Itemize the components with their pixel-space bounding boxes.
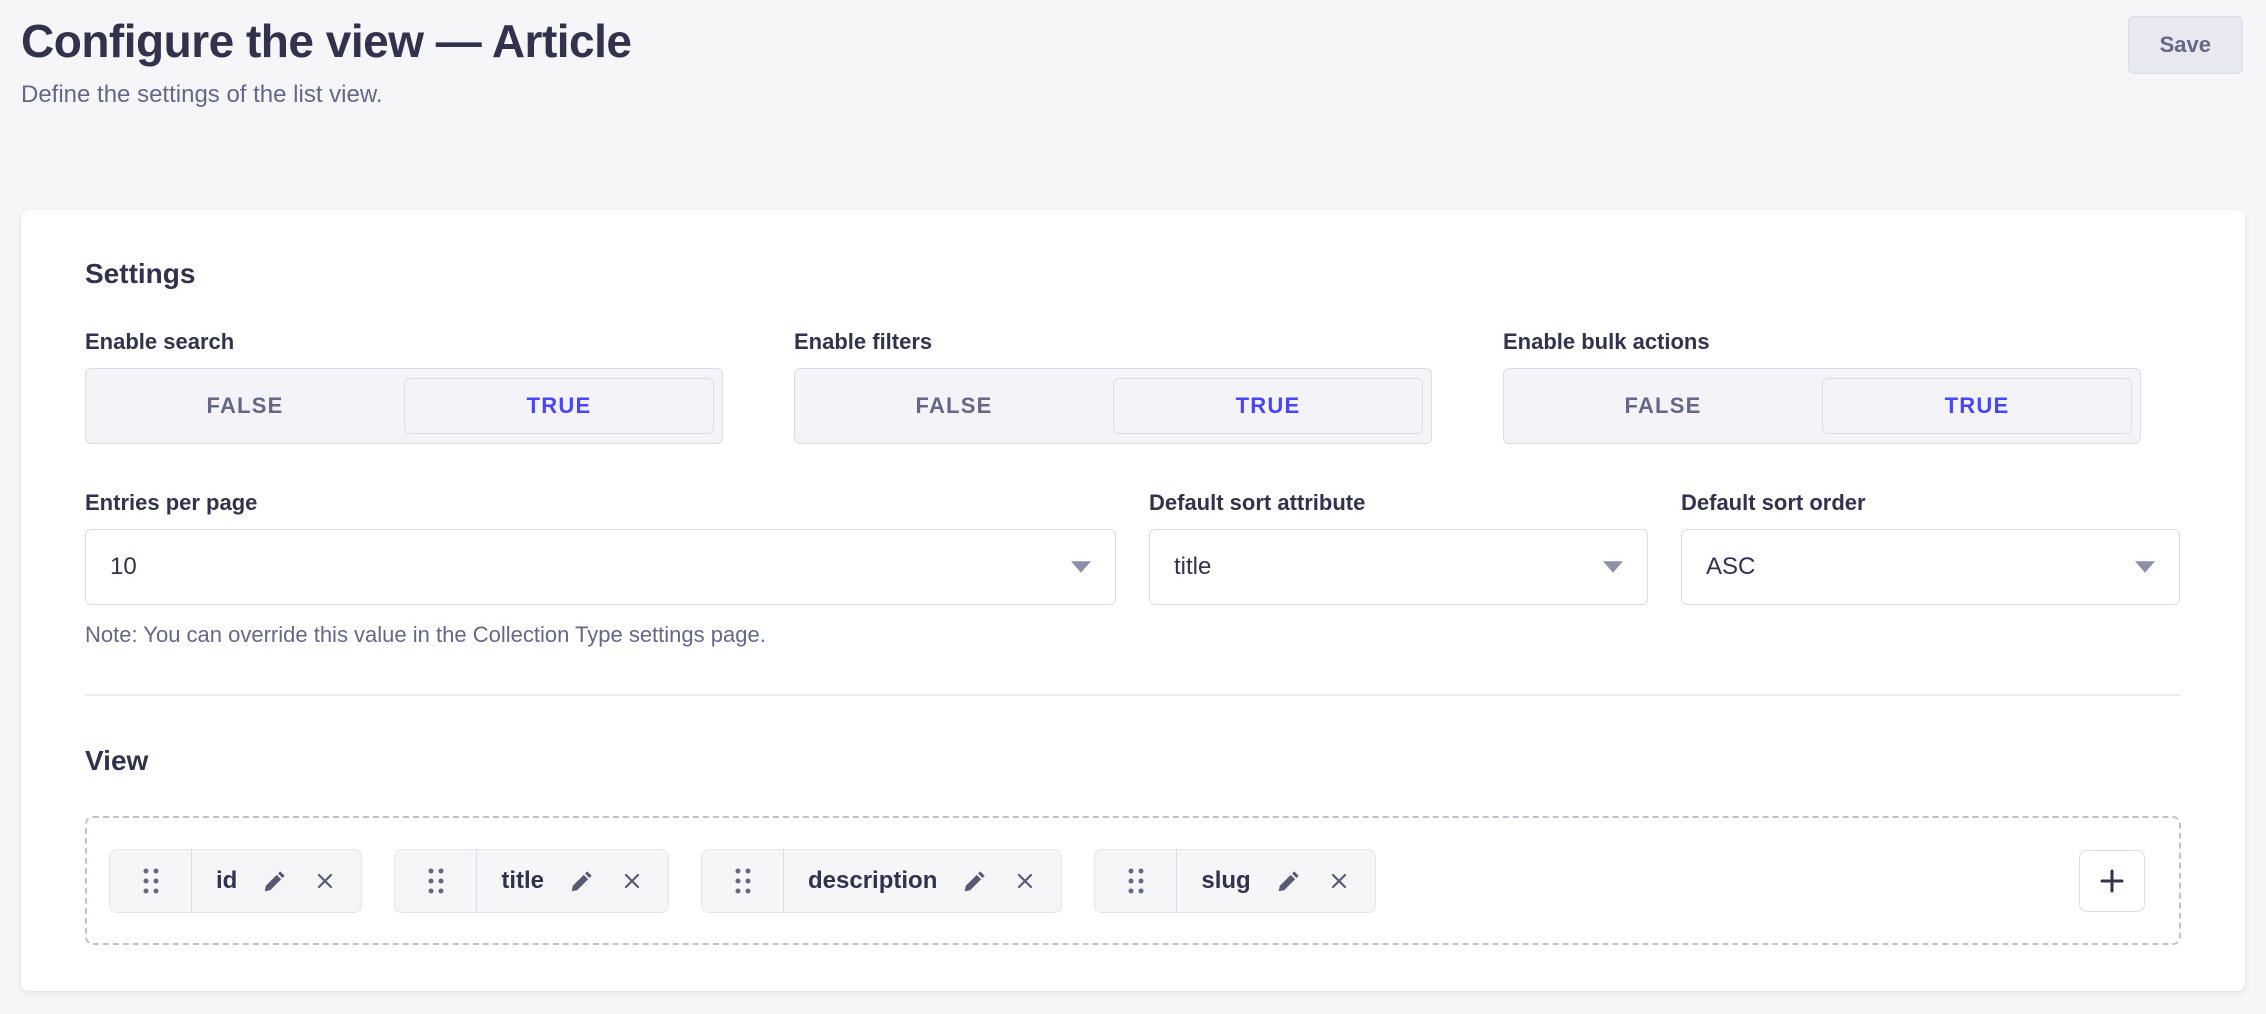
field-pill-body: title [477, 850, 668, 912]
remove-field-x-icon[interactable] [313, 869, 337, 893]
field-pill-body: slug [1177, 850, 1374, 912]
section-divider [85, 694, 2181, 696]
settings-card: Settings Enable search FALSE TRUE Enable… [21, 210, 2245, 991]
enable-search-label: Enable search [85, 329, 723, 355]
toggle-row: Enable search FALSE TRUE Enable filters … [85, 329, 2181, 444]
default-sort-order-select[interactable]: ASC [1681, 529, 2180, 605]
field-pill-label: title [501, 867, 544, 895]
field-pill-description[interactable]: description [701, 849, 1062, 913]
view-heading: View [85, 744, 2181, 778]
edit-field-pencil-icon[interactable] [1276, 868, 1302, 894]
field-enable-bulk-actions: Enable bulk actions FALSE TRUE [1503, 329, 2141, 444]
page-title: Configure the view — Article [21, 14, 632, 68]
remove-field-x-icon[interactable] [620, 869, 644, 893]
enable-bulk-actions-toggle: FALSE TRUE [1503, 368, 2141, 444]
enable-search-toggle: FALSE TRUE [85, 368, 723, 444]
field-pill-list: id [109, 849, 2079, 913]
default-sort-attribute-label: Default sort attribute [1149, 490, 1648, 516]
enable-filters-toggle: FALSE TRUE [794, 368, 1432, 444]
default-sort-order-value: ASC [1706, 553, 1755, 581]
enable-filters-option-false[interactable]: FALSE [795, 369, 1113, 443]
entries-per-page-value: 10 [110, 553, 137, 581]
select-row: Entries per page 10 Note: You can overri… [85, 490, 2181, 648]
field-default-sort-order: Default sort order ASC [1681, 490, 2180, 648]
field-default-sort-attribute: Default sort attribute title [1149, 490, 1648, 648]
settings-heading: Settings [85, 257, 2181, 291]
drag-handle-icon[interactable] [702, 850, 784, 912]
enable-search-option-true[interactable]: TRUE [404, 378, 714, 434]
enable-bulk-actions-label: Enable bulk actions [1503, 329, 2141, 355]
field-pill-label: slug [1201, 867, 1250, 895]
edit-field-pencil-icon[interactable] [962, 868, 988, 894]
field-enable-filters: Enable filters FALSE TRUE [794, 329, 1432, 444]
enable-bulk-actions-option-true[interactable]: TRUE [1822, 378, 2132, 434]
field-pill-title[interactable]: title [394, 849, 669, 913]
entries-per-page-note: Note: You can override this value in the… [85, 622, 1116, 648]
default-sort-attribute-value: title [1174, 553, 1211, 581]
add-field-button[interactable] [2079, 850, 2145, 912]
field-pill-label: id [216, 867, 237, 895]
page-header: Configure the view — Article Define the … [0, 0, 2266, 110]
drag-handle-icon[interactable] [395, 850, 477, 912]
enable-filters-label: Enable filters [794, 329, 1432, 355]
caret-down-icon [2135, 561, 2155, 573]
field-pill-body: description [784, 850, 1061, 912]
enable-filters-option-true[interactable]: TRUE [1113, 378, 1423, 434]
page-header-text: Configure the view — Article Define the … [21, 14, 632, 110]
enable-search-option-false[interactable]: FALSE [86, 369, 404, 443]
field-enable-search: Enable search FALSE TRUE [85, 329, 723, 444]
field-pill-slug[interactable]: slug [1094, 849, 1375, 913]
view-section: View id [85, 744, 2181, 945]
caret-down-icon [1603, 561, 1623, 573]
remove-field-x-icon[interactable] [1327, 869, 1351, 893]
drag-handle-icon[interactable] [1095, 850, 1177, 912]
drag-handle-icon[interactable] [110, 850, 192, 912]
caret-down-icon [1071, 561, 1091, 573]
field-drop-zone: id [85, 816, 2181, 945]
edit-field-pencil-icon[interactable] [262, 868, 288, 894]
default-sort-order-label: Default sort order [1681, 490, 2180, 516]
enable-bulk-actions-option-false[interactable]: FALSE [1504, 369, 1822, 443]
configure-view-page: Configure the view — Article Define the … [0, 0, 2266, 1014]
entries-per-page-select[interactable]: 10 [85, 529, 1116, 605]
edit-field-pencil-icon[interactable] [569, 868, 595, 894]
settings-section: Settings Enable search FALSE TRUE Enable… [85, 257, 2181, 696]
save-button[interactable]: Save [2128, 16, 2243, 74]
field-pill-body: id [192, 850, 361, 912]
plus-icon [2097, 866, 2127, 896]
remove-field-x-icon[interactable] [1013, 869, 1037, 893]
page-subtitle: Define the settings of the list view. [21, 80, 632, 110]
field-entries-per-page: Entries per page 10 Note: You can overri… [85, 490, 1116, 648]
entries-per-page-label: Entries per page [85, 490, 1116, 516]
default-sort-attribute-select[interactable]: title [1149, 529, 1648, 605]
field-pill-id[interactable]: id [109, 849, 362, 913]
field-pill-label: description [808, 867, 937, 895]
